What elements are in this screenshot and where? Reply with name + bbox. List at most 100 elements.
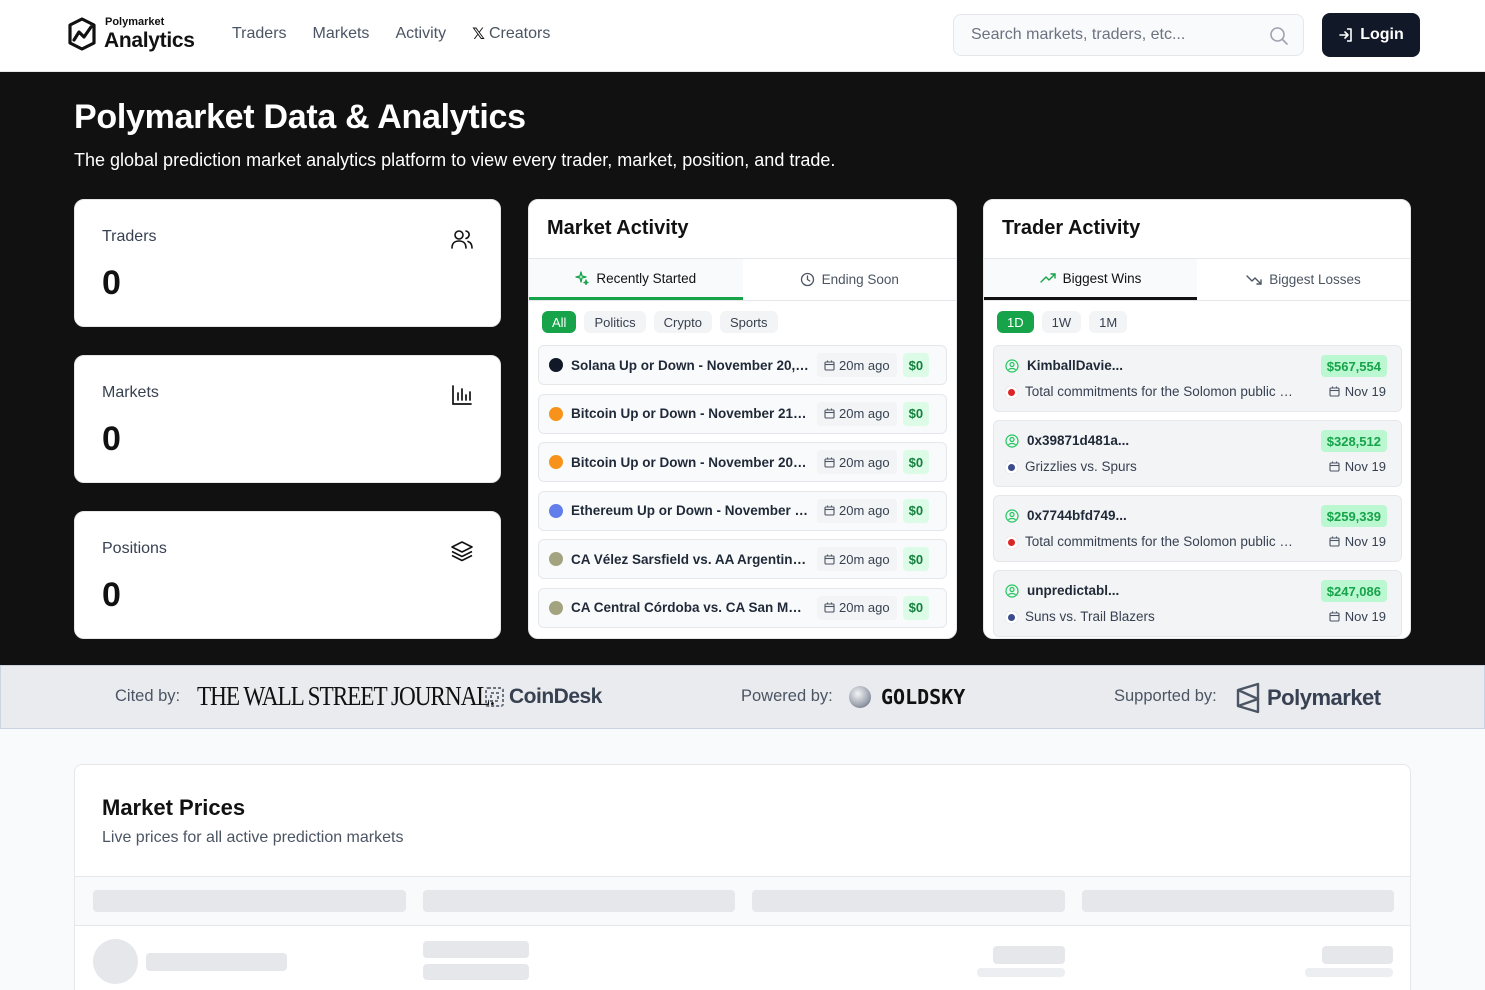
layers-icon bbox=[451, 541, 473, 562]
user-icon bbox=[1005, 584, 1019, 598]
tab-biggest-wins[interactable]: Biggest Wins bbox=[984, 259, 1197, 300]
skeleton-bar bbox=[1322, 946, 1393, 964]
stat-card-positions[interactable]: Positions 0 bbox=[74, 511, 501, 639]
market-row[interactable]: Solana Up or Down - November 20, 11:30AM… bbox=[538, 345, 947, 385]
tab-label: Biggest Wins bbox=[1062, 270, 1142, 286]
market-time: 20m ago bbox=[817, 450, 897, 474]
market-icon bbox=[1005, 611, 1018, 624]
market-title: CA Central Córdoba vs. CA San Martín bbox=[571, 600, 809, 615]
market-time: 20m ago bbox=[817, 401, 897, 426]
trader-row[interactable]: KimballDavie... $567,554 Total commitments… bbox=[993, 345, 1402, 412]
trader-market[interactable]: Grizzlies vs. Spurs bbox=[1025, 459, 1300, 474]
market-activity-title: Market Activity bbox=[547, 217, 689, 239]
tab-ending-soon[interactable]: Ending Soon bbox=[743, 259, 957, 300]
market-icon bbox=[549, 503, 563, 518]
stat-label: Markets bbox=[102, 384, 159, 401]
trader-profit: $247,086 bbox=[1320, 580, 1387, 602]
nav-markets[interactable]: Markets bbox=[313, 24, 370, 44]
trade-date: Nov 19 bbox=[1329, 459, 1386, 474]
trader-row[interactable]: 0x7744bfd749... $259,339 Total commitments… bbox=[993, 495, 1402, 562]
market-row[interactable]: Bitcoin Up or Down - November 21, 11AM E… bbox=[538, 393, 947, 434]
market-time-label: 20m ago bbox=[839, 357, 890, 373]
trader-market[interactable]: Total commitments for the Solomon public… bbox=[1025, 384, 1300, 399]
trader-name[interactable]: 0x39871d481a... bbox=[1027, 433, 1129, 448]
trader-name[interactable]: 0x7744bfd749... bbox=[1027, 508, 1127, 523]
market-prices-subtitle: Live prices for all active prediction ma… bbox=[102, 829, 404, 846]
market-title: Solana Up or Down - November 20, 11:30AM… bbox=[571, 357, 809, 373]
search-icon[interactable] bbox=[1269, 26, 1289, 46]
skeleton-bar bbox=[423, 941, 529, 958]
calendar-icon bbox=[824, 457, 835, 468]
brand-logo[interactable]: Polymarket Analytics bbox=[66, 16, 195, 52]
market-row[interactable]: CA Central Córdoba vs. CA San Martín 20m … bbox=[538, 587, 947, 628]
market-volume: $0 bbox=[902, 450, 930, 474]
trader-profit: $328,512 bbox=[1320, 430, 1387, 452]
polymarket-logo[interactable]: Polymarket bbox=[1235, 682, 1381, 714]
trader-profit: $567,554 bbox=[1320, 355, 1387, 377]
trader-market[interactable]: Suns vs. Trail Blazers bbox=[1025, 609, 1300, 624]
trader-name[interactable]: unpredictabl... bbox=[1027, 583, 1119, 598]
market-time-label: 20m ago bbox=[839, 503, 890, 518]
trader-row[interactable]: 0x39871d481a... $328,512 Grizzlies vs. Spu… bbox=[993, 420, 1402, 487]
bar-chart-icon bbox=[452, 385, 472, 405]
coindesk-logo[interactable]: CoinDesk bbox=[484, 685, 602, 709]
market-time: 20m ago bbox=[817, 353, 897, 377]
trending-up-icon bbox=[1039, 273, 1056, 283]
supported-label: Supported by: bbox=[1114, 687, 1217, 705]
login-button[interactable]: Login bbox=[1322, 13, 1420, 57]
filter-all[interactable]: All bbox=[542, 311, 577, 333]
wsj-logo[interactable]: THE WALL STREET JOURNAL. bbox=[197, 681, 495, 712]
market-prices-title: Market Prices bbox=[102, 795, 246, 820]
period-filters: 1D 1W 1M bbox=[997, 311, 1128, 333]
filter-sports[interactable]: Sports bbox=[719, 311, 778, 333]
market-volume: $0 bbox=[902, 401, 930, 426]
page-title: Polymarket Data & Analytics bbox=[74, 98, 526, 136]
nav-traders[interactable]: Traders bbox=[232, 24, 287, 44]
market-time: 20m ago bbox=[817, 595, 897, 620]
goldsky-logo[interactable]: GOLDSKY bbox=[849, 685, 965, 709]
trader-name[interactable]: KimballDavie... bbox=[1027, 358, 1123, 373]
nav-activity[interactable]: Activity bbox=[395, 24, 446, 44]
market-icon bbox=[549, 455, 563, 469]
x-logo-icon: 𝕏 bbox=[472, 26, 485, 43]
page-subtitle: The global prediction market analytics p… bbox=[74, 150, 836, 170]
market-icon bbox=[549, 552, 563, 566]
market-row[interactable]: CA Vélez Sarsfield vs. AA Argentinos Jun… bbox=[538, 539, 947, 579]
market-volume: $0 bbox=[902, 595, 930, 620]
trade-date-label: Nov 19 bbox=[1344, 609, 1386, 624]
table-header-skeleton bbox=[75, 876, 1410, 926]
trade-date-label: Nov 19 bbox=[1344, 459, 1386, 474]
skeleton-avatar bbox=[93, 939, 138, 984]
nav-creators[interactable]: 𝕏 Creators bbox=[472, 24, 550, 44]
trade-date-label: Nov 19 bbox=[1344, 534, 1386, 549]
market-row[interactable]: Bitcoin Up or Down - November 20, 11:30A… bbox=[538, 442, 947, 482]
filter-1w[interactable]: 1W bbox=[1041, 311, 1082, 333]
market-title: Ethereum Up or Down - November 20, 11:30… bbox=[571, 503, 809, 518]
filter-crypto[interactable]: Crypto bbox=[653, 311, 712, 333]
filter-1m[interactable]: 1M bbox=[1089, 311, 1128, 333]
trader-row[interactable]: unpredictabl... $247,086 Suns vs. Trail Bl… bbox=[993, 570, 1402, 637]
skeleton-bar bbox=[752, 890, 1065, 912]
trader-activity-title: Trader Activity bbox=[1002, 217, 1141, 239]
filter-politics[interactable]: Politics bbox=[584, 311, 646, 333]
goldsky-wordmark: GOLDSKY bbox=[881, 685, 966, 709]
user-icon bbox=[1005, 509, 1019, 523]
login-icon bbox=[1339, 28, 1353, 42]
stat-card-traders[interactable]: Traders 0 bbox=[74, 199, 501, 327]
market-icon bbox=[549, 600, 563, 615]
top-navbar: Polymarket Analytics Traders Markets Act… bbox=[0, 0, 1485, 72]
calendar-icon bbox=[824, 602, 835, 613]
trader-market[interactable]: Total commitments for the Solomon public… bbox=[1025, 534, 1300, 549]
tab-biggest-losses[interactable]: Biggest Losses bbox=[1197, 259, 1410, 300]
market-filters: All Politics Crypto Sports bbox=[542, 311, 778, 333]
market-time-label: 20m ago bbox=[839, 600, 890, 615]
filter-1d[interactable]: 1D bbox=[997, 311, 1034, 333]
market-row[interactable]: Ethereum Up or Down - November 20, 11:30… bbox=[538, 490, 947, 531]
brand-name: Analytics bbox=[104, 29, 195, 52]
stat-card-markets[interactable]: Markets 0 bbox=[74, 355, 501, 483]
tab-recently-started[interactable]: Recently Started bbox=[529, 259, 743, 300]
search-input[interactable] bbox=[971, 15, 1261, 55]
press-band: Cited by: THE WALL STREET JOURNAL. CoinD… bbox=[0, 665, 1485, 729]
market-icon bbox=[1005, 536, 1018, 549]
stat-label: Traders bbox=[102, 228, 157, 245]
